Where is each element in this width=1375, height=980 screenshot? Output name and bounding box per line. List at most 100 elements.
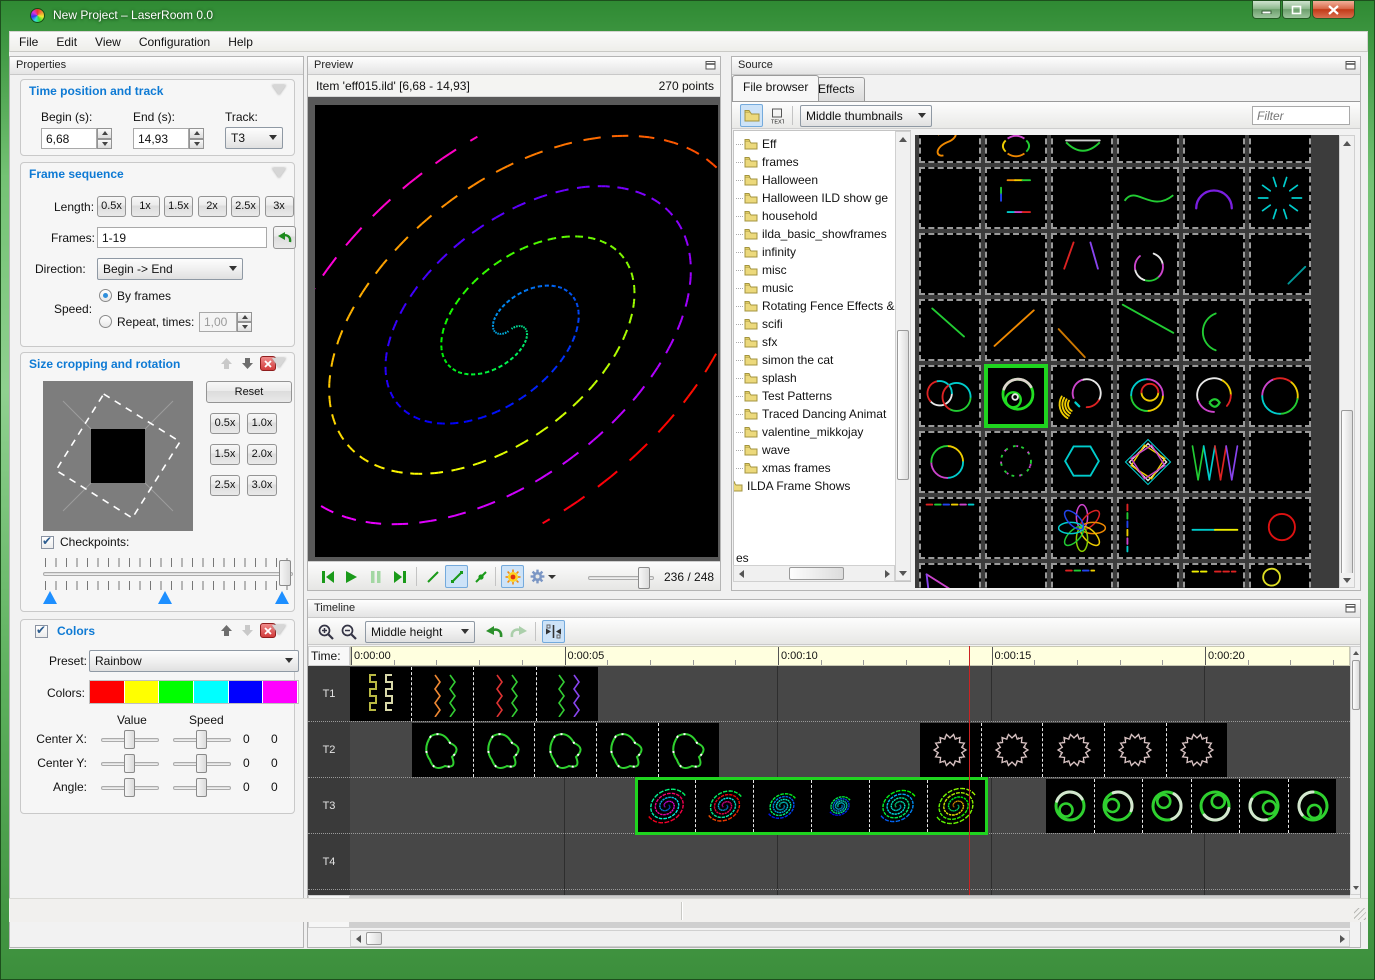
text-view-button[interactable]: TEXT: [765, 104, 788, 127]
move-down-icon[interactable]: [239, 623, 255, 638]
zoom-out-button[interactable]: [337, 620, 360, 643]
collapse-triangle-icon[interactable]: [272, 625, 286, 635]
thumbnail-cell[interactable]: [985, 431, 1047, 493]
thumbnail-cell[interactable]: [1249, 167, 1311, 229]
folder-view-button[interactable]: [740, 104, 763, 127]
thumbnail-cell[interactable]: [1249, 233, 1311, 295]
checkpoint-marker[interactable]: [158, 591, 172, 604]
undo-button[interactable]: [482, 620, 505, 643]
timeline-ruler[interactable]: 0:00:000:00:050:00:100:00:150:00:20: [350, 646, 1350, 666]
snap-tool-button[interactable]: [542, 620, 565, 643]
tree-scrollbar[interactable]: [895, 131, 911, 581]
thumbnail-cell[interactable]: [985, 167, 1047, 229]
thumbnail-cell[interactable]: [1183, 365, 1245, 427]
scroll-left-icon[interactable]: [351, 931, 365, 946]
tree-item-misc[interactable]: misc: [736, 261, 787, 279]
speed-slider-thumb[interactable]: [196, 754, 207, 773]
thumbnail-cell[interactable]: [1183, 431, 1245, 493]
reset-button[interactable]: Reset: [206, 381, 292, 403]
scroll-right-icon[interactable]: [1335, 931, 1349, 946]
thumbnail-cell[interactable]: [1249, 365, 1311, 427]
tab-file-browser[interactable]: File browser: [732, 75, 819, 101]
tree-item-ilda-basic-showframes[interactable]: ilda_basic_showframes: [736, 225, 887, 243]
thumbnail-size-select[interactable]: Middle thumbnails: [800, 105, 932, 127]
brightness-button[interactable]: [501, 565, 524, 588]
thumbnail-cell[interactable]: [1051, 365, 1113, 427]
preset-select[interactable]: Rainbow: [89, 650, 299, 672]
color-swatch-1[interactable]: [125, 681, 160, 703]
length-button-1.5x[interactable]: 1.5x: [164, 196, 193, 217]
speed-slider-thumb[interactable]: [196, 778, 207, 797]
thumbnail-cell[interactable]: [1051, 563, 1113, 588]
close-button[interactable]: [1312, 1, 1355, 19]
thumbnail-cell[interactable]: [1117, 431, 1179, 493]
speed-slider-thumb[interactable]: [196, 730, 207, 749]
track-height-select[interactable]: Middle height: [365, 621, 475, 643]
tree-item-music[interactable]: music: [736, 279, 793, 297]
thumbnail-cell[interactable]: [1117, 167, 1179, 229]
tree-item-eff[interactable]: Eff: [736, 135, 776, 153]
thumbnail-cell[interactable]: [985, 135, 1047, 163]
tree-item-household[interactable]: household: [736, 207, 817, 225]
thumbnail-cell[interactable]: [1183, 497, 1245, 559]
thumbnail-cell[interactable]: [919, 299, 981, 361]
scroll-up-icon[interactable]: [1340, 136, 1354, 150]
menu-item-configuration[interactable]: Configuration: [130, 33, 219, 51]
collapse-triangle-icon[interactable]: [272, 85, 286, 95]
color-swatch-3[interactable]: [194, 681, 229, 703]
tree-item-valentine-mikkojay[interactable]: valentine_mikkojay: [736, 423, 863, 441]
line-points-mode-button[interactable]: [445, 565, 468, 588]
timeline-clip[interactable]: [920, 723, 1227, 777]
value-slider-thumb[interactable]: [124, 730, 135, 749]
tree-item-traced-dancing-animat[interactable]: Traced Dancing Animat: [736, 405, 886, 423]
timeline-hscrollbar[interactable]: [350, 930, 1350, 947]
timeline-clip[interactable]: [412, 723, 719, 777]
thumbnail-cell[interactable]: [919, 135, 981, 163]
thumbnail-cell[interactable]: [919, 497, 981, 559]
end-spinner[interactable]: [189, 128, 204, 149]
tree-item-infinity[interactable]: infinity: [736, 243, 796, 261]
checkpoint-marker[interactable]: [275, 591, 289, 604]
frames-undo-button[interactable]: [273, 226, 296, 249]
thumbnail-cell[interactable]: [1117, 563, 1179, 588]
repeat-spinner[interactable]: [237, 312, 252, 332]
thumbnail-cell[interactable]: [919, 431, 981, 493]
thumbnail-cell[interactable]: [1183, 135, 1245, 163]
settings-button[interactable]: [527, 565, 559, 588]
checkpoint-marker[interactable]: [43, 591, 57, 604]
value-slider-thumb[interactable]: [124, 754, 135, 773]
scroll-down-icon[interactable]: [1340, 573, 1354, 587]
thumbnail-cell[interactable]: [919, 365, 981, 427]
collapse-triangle-icon[interactable]: [272, 358, 286, 368]
frames-input[interactable]: [97, 227, 267, 248]
scroll-down-icon[interactable]: [896, 566, 910, 580]
end-input[interactable]: [133, 128, 189, 149]
repeat-radio[interactable]: [99, 315, 112, 328]
tree-item-rotating-fence-effects[interactable]: Rotating Fence Effects &: [736, 297, 895, 315]
skip-end-button[interactable]: [388, 565, 411, 588]
redo-button[interactable]: [507, 620, 530, 643]
scale-button-2.5x[interactable]: 2.5x: [210, 475, 240, 496]
minimize-button[interactable]: [1252, 1, 1281, 19]
pause-button[interactable]: [364, 565, 387, 588]
length-button-2.5x[interactable]: 2.5x: [231, 196, 260, 217]
tree-item-frames[interactable]: frames: [736, 153, 799, 171]
colors-enabled-checkbox[interactable]: [35, 625, 48, 638]
menu-item-help[interactable]: Help: [219, 33, 262, 51]
thumbnail-cell[interactable]: [1051, 233, 1113, 295]
move-up-icon[interactable]: [218, 356, 234, 371]
direction-select[interactable]: Begin -> End: [97, 258, 243, 280]
length-button-3x[interactable]: 3x: [265, 196, 294, 217]
preview-position-thumb[interactable]: [638, 567, 650, 589]
playhead-cursor[interactable]: [969, 646, 970, 895]
value-slider-thumb[interactable]: [124, 778, 135, 797]
tree-item-halloween[interactable]: Halloween: [736, 171, 818, 189]
collapse-triangle-icon[interactable]: [272, 168, 286, 178]
tree-item-test-patterns[interactable]: Test Patterns: [736, 387, 832, 405]
points-mode-button[interactable]: [469, 565, 492, 588]
scroll-up-icon[interactable]: [1351, 647, 1361, 659]
thumbnail-cell[interactable]: [985, 233, 1047, 295]
thumbnail-cell[interactable]: [1183, 563, 1245, 588]
color-swatch-5[interactable]: [263, 681, 298, 703]
tree-item-wave[interactable]: wave: [736, 441, 790, 459]
